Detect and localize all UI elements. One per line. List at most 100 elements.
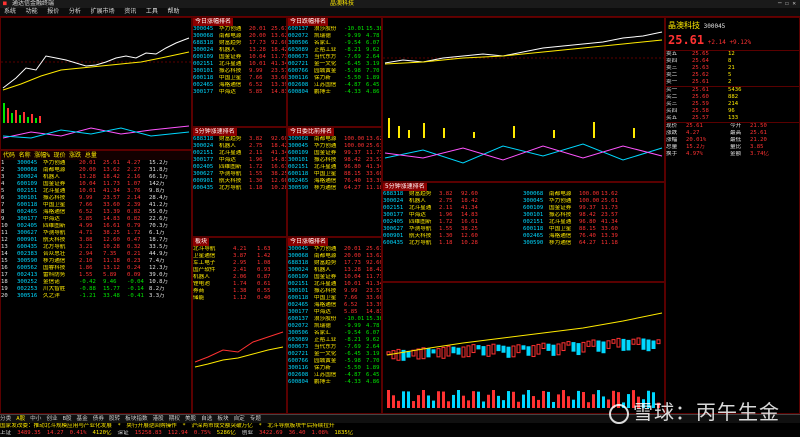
buy-row[interactable]: 买四 25.58 96 (666, 108, 799, 115)
buy-row[interactable]: 买五 25.57 133 (666, 115, 799, 122)
rank-row[interactable]: 002465 海格通信 76.40 13.39 (288, 178, 381, 185)
rank-row[interactable]: 688318 财富趋势 3.82 92.60 (193, 136, 286, 143)
index-chart-panel[interactable] (0, 17, 192, 150)
rank-row[interactable]: 600766 园城黄金 -5.98 7.70 (288, 358, 381, 365)
rank-row[interactable]: 002608 江苏国信 -4.87 6.45 (288, 372, 381, 379)
rank-row[interactable]: 000901 航天科技 1.30 12.60 (193, 178, 286, 185)
table-row[interactable]: 3 300024 机器人 13.28 18.42 2.16 66.1万 (1, 174, 191, 181)
rank-row[interactable]: 600766 园城黄金 -5.98 7.70 (288, 68, 381, 75)
table-row[interactable]: 18 300252 金信诺 -0.42 9.46 -0.04 10.8万 (1, 279, 191, 286)
table-row[interactable]: 20 300516 久之洋 -1.21 33.48 -0.41 3.3万 (1, 293, 191, 300)
table-row[interactable]: 9 300177 中海达 5.85 14.83 0.82 22.6万 (1, 216, 191, 223)
rank-row[interactable]: 002721 金一文化 -6.45 3.19 (288, 61, 381, 68)
table-row[interactable]: 8 002465 海格通信 6.52 13.39 0.82 55.0万 (1, 209, 191, 216)
rank-row[interactable]: 600435 北方导航 1.18 10.28 (383, 240, 523, 247)
rank-row[interactable]: 002721 金一文化 -6.45 3.19 (288, 351, 381, 358)
rank-row[interactable]: 600118 中国卫星 7.66 33.60 (193, 75, 286, 82)
rank-row[interactable]: 600109 国金证券 99.37 11.73 (288, 150, 381, 157)
table-row[interactable]: 12 000901 航天科技 3.88 12.60 0.47 18.7万 (1, 237, 191, 244)
rank-row[interactable]: 600137 浪莎股份 -10.0115.38 (288, 26, 381, 33)
rank-row[interactable]: 300101 振芯科技 98.42 23.57 (288, 157, 381, 164)
menu-item-3[interactable]: 分析 (69, 8, 81, 16)
menu-item-0[interactable]: 系统 (4, 8, 16, 16)
rank-row[interactable]: 300506 名家汇 -9.54 6.07 (288, 40, 381, 47)
stock-info-panel[interactable]: 晶澳科技 300045 25.61 +2.14 +9.12% 卖五 25.65 12… (665, 17, 800, 414)
rank-row[interactable]: 600109 国金证券 10.04 11.73 (288, 274, 381, 281)
rank-panel-1[interactable]: 今日跌幅排名 600137 浪莎股份 -10.0115.38 002072 凯瑞德 -9.… (287, 17, 382, 127)
table-row[interactable]: 14 002383 合众思壮 2.94 7.35 0.21 44.9万 (1, 251, 191, 258)
rank-row[interactable]: 002151 北斗星通 96.80 41.34 (523, 219, 663, 226)
rank-row[interactable]: 300068 南都电源 20.00 13.62 (193, 33, 286, 40)
intraday-chart-panel[interactable] (382, 17, 665, 182)
sell-row[interactable]: 卖二 25.62 5 (666, 72, 799, 79)
rank-row[interactable]: 000901 航天科技 1.30 12.60 (383, 233, 523, 240)
rank-row[interactable]: 002072 凯瑞德 -9.99 4.78 (288, 33, 381, 40)
rank-row[interactable]: 002465 海格通信 76.40 13.39 (523, 233, 663, 240)
rank-row[interactable]: 002151 北斗星通 10.01 41.34 (193, 61, 286, 68)
buy-row[interactable]: 买二 25.60 882 (666, 94, 799, 101)
rank-row[interactable]: 000673 当代东方 -7.69 2.64 (288, 344, 381, 351)
table-row[interactable]: 2 300068 南都电源 20.00 13.62 2.27 31.8万 (1, 167, 191, 174)
rank-row[interactable]: 603089 正裕工业 -8.21 9.62 (288, 47, 381, 54)
rank-row[interactable]: 300506 名家汇 -9.54 6.07 (288, 330, 381, 337)
rank-row[interactable]: 688318 财富趋势 17.73 92.60 (288, 260, 381, 267)
sector-panel[interactable]: 板块 北斗导航 4.21 1.63 卫星通信 3.87 1.42 军工电子 2.95 1.08 国… (192, 237, 287, 414)
rank-row[interactable]: 300627 华测导航 1.55 38.25 (193, 171, 286, 178)
table-row[interactable]: 13 600435 北方导航 3.21 10.28 0.32 33.5万 (1, 244, 191, 251)
rank-row[interactable]: 002405 四维图新 1.72 16.61 (383, 219, 523, 226)
rank-row[interactable]: 600109 国金证券 99.37 11.73 (523, 205, 663, 212)
rank-row[interactable]: 002151 北斗星通 2.11 41.34 (383, 205, 523, 212)
rank-row[interactable]: 603089 正裕工业 -8.21 9.62 (288, 337, 381, 344)
quote-list-panel[interactable]: 代码 名称 涨幅% 现价 涨跌 总量 1 300045 华力创通 20.01 25.61… (0, 150, 192, 414)
rank-row[interactable]: 300590 移为通信 64.27 11.18 (288, 185, 381, 192)
rank-row[interactable]: 300045 华力创通 100.0025.61 (288, 143, 381, 150)
table-row[interactable]: 6 300101 振芯科技 9.99 23.57 2.14 28.4万 (1, 195, 191, 202)
buy-row[interactable]: 买一 25.61 5436 (666, 87, 799, 94)
rank-row[interactable]: 002151 北斗星通 2.11 41.34 (193, 150, 286, 157)
menu-item-7[interactable]: 帮助 (167, 8, 179, 16)
sector-row[interactable]: 卫星通信 3.87 1.42 (193, 253, 286, 260)
menu-item-2[interactable]: 报价 (47, 8, 59, 16)
window-controls[interactable]: ─ ☐ ✕ (778, 0, 796, 8)
rank-panel-0[interactable]: 今日涨幅排名 300045 华力创通 20.01 25.61 300068 南都电源 20.… (192, 17, 287, 127)
rank-row[interactable]: 300024 机器人 13.28 18.42 (288, 267, 381, 274)
rank-row[interactable]: 300177 中海达 5.85 14.83 (288, 309, 381, 316)
table-row[interactable]: 10 002405 四维图新 4.99 16.61 0.79 70.3万 (1, 223, 191, 230)
rank-row[interactable]: 600118 中国卫星 7.66 33.60 (288, 295, 381, 302)
rank-row[interactable]: 002072 凯瑞德 -9.99 4.78 (288, 323, 381, 330)
sell-row[interactable]: 卖四 25.64 8 (666, 58, 799, 65)
rank-row[interactable]: 300116 保力新 -5.50 1.89 (288, 365, 381, 372)
rank-row[interactable]: 002151 北斗星通 10.01 41.34 (288, 281, 381, 288)
rank-row[interactable]: 688318 财富趋势 3.82 92.60 (383, 191, 523, 198)
rank-row[interactable]: 300024 机器人 2.75 18.42 (193, 143, 286, 150)
table-row[interactable]: 19 002253 川大智胜 -0.88 15.77 -0.14 8.2万 (1, 286, 191, 293)
rank-row[interactable]: 300177 中海达 1.96 14.83 (193, 157, 286, 164)
menu-item-5[interactable]: 资讯 (124, 8, 136, 16)
rank-row[interactable]: 600804 鹏博士 -4.33 4.86 (288, 89, 381, 96)
rank-row[interactable]: 300627 华测导航 1.55 38.25 (383, 226, 523, 233)
sector-row[interactable]: 锂电池 1.74 0.61 (193, 281, 286, 288)
rank-row[interactable]: 002465 海格通信 6.52 13.39 (288, 302, 381, 309)
rank-row[interactable]: 000673 当代东方 -7.69 2.64 (288, 54, 381, 61)
rank-row[interactable]: 600137 浪莎股份 -10.0115.38 (288, 316, 381, 323)
rank-row[interactable]: 002405 四维图新 1.72 16.61 (193, 164, 286, 171)
sector-row[interactable]: 券商 1.38 0.55 (193, 288, 286, 295)
kline-chart-panel[interactable] (382, 282, 665, 414)
sector-row[interactable]: 机器人 2.06 0.87 (193, 274, 286, 281)
rank-row[interactable]: 600118 中国卫星 88.15 33.60 (523, 226, 663, 233)
sector-row[interactable]: 军工电子 2.95 1.08 (193, 260, 286, 267)
rank-panel-2[interactable]: 5分钟涨速排名 688318 财富趋势 3.82 92.60 300024 机器人 2.75… (192, 127, 287, 237)
rank-row[interactable]: 300101 振芯科技 9.99 23.57 (288, 288, 381, 295)
rank-row[interactable]: 002151 北斗星通 96.80 41.34 (288, 164, 381, 171)
rank-row[interactable]: 300045 华力创通 20.01 25.61 (288, 246, 381, 253)
sell-row[interactable]: 卖一 25.61 2 (666, 79, 799, 86)
rank-row[interactable]: 300101 振芯科技 98.42 23.57 (523, 212, 663, 219)
menu-item-4[interactable]: 扩展市场 (91, 8, 115, 16)
rank-row[interactable]: 300024 机器人 13.28 18.42 (193, 47, 286, 54)
menu-item-1[interactable]: 功能 (26, 8, 38, 16)
rank-row[interactable]: 002608 江苏国信 -4.87 6.45 (288, 82, 381, 89)
rank-row[interactable]: 002465 海格通信 6.52 13.39 (193, 82, 286, 89)
table-row[interactable]: 11 300627 华测导航 4.71 38.25 1.72 6.1万 (1, 230, 191, 237)
rank-row[interactable]: 300068 南都电源 20.00 13.62 (288, 253, 381, 260)
table-row[interactable]: 7 600118 中国卫星 7.66 33.60 2.39 41.2万 (1, 202, 191, 209)
